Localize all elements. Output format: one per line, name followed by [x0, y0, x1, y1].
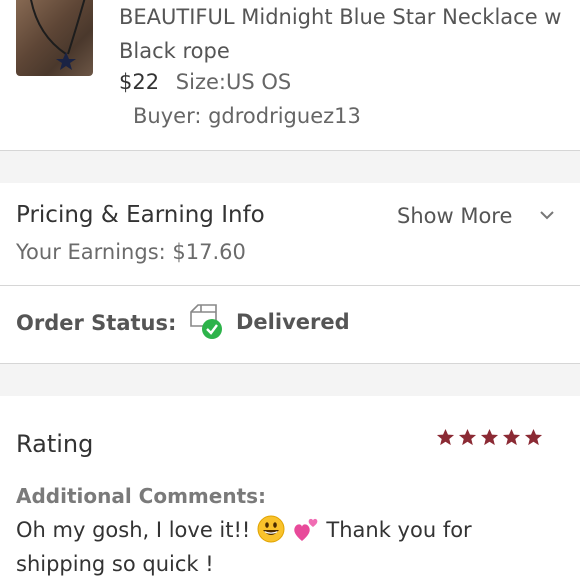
- product-size: Size:US OS: [175, 70, 292, 94]
- price-size-line: $22 Size:US OS: [119, 67, 291, 97]
- pricing-section: Pricing & Earning Info Show More Your Ea…: [0, 183, 580, 285]
- pricing-title: Pricing & Earning Info: [16, 202, 265, 228]
- two-hearts-emoji-icon: [293, 518, 318, 541]
- comment-text-part1: Oh my gosh, I love it!!: [16, 518, 251, 542]
- order-status-value: Delivered: [236, 310, 350, 334]
- star-icon: [480, 428, 499, 446]
- product-summary[interactable]: BEAUTIFUL Midnight Blue Star Necklace w …: [0, 0, 580, 150]
- grinning-face-emoji-icon: [257, 515, 285, 543]
- chevron-down-icon[interactable]: [538, 208, 556, 222]
- order-details-page: BEAUTIFUL Midnight Blue Star Necklace w …: [0, 0, 580, 580]
- comment-text: Oh my gosh, I love it!! Thank you for sh…: [16, 513, 556, 580]
- your-earnings: Your Earnings: $17.60: [16, 240, 246, 264]
- star-icon: [458, 428, 477, 446]
- product-price: $22: [119, 70, 160, 94]
- section-gap: [0, 364, 580, 396]
- order-status-label: Order Status:: [16, 311, 177, 335]
- star-icon: [524, 428, 543, 446]
- show-more-button[interactable]: Show More: [397, 201, 512, 231]
- additional-comments-label: Additional Comments:: [16, 484, 267, 508]
- star-icon: [502, 428, 521, 446]
- star-rating: [436, 428, 546, 450]
- rating-title: Rating: [16, 430, 94, 458]
- product-thumbnail[interactable]: [16, 0, 93, 76]
- delivered-box-icon: [190, 304, 222, 339]
- product-title[interactable]: BEAUTIFUL Midnight Blue Star Necklace w …: [119, 0, 569, 68]
- order-status-section: Order Status: Delivered: [0, 286, 580, 363]
- rating-section: Rating Additional Comments: Oh my gosh, …: [0, 396, 580, 580]
- star-icon: [436, 428, 455, 446]
- section-gap: [0, 151, 580, 183]
- buyer-name[interactable]: Buyer: gdrodriguez13: [133, 101, 361, 131]
